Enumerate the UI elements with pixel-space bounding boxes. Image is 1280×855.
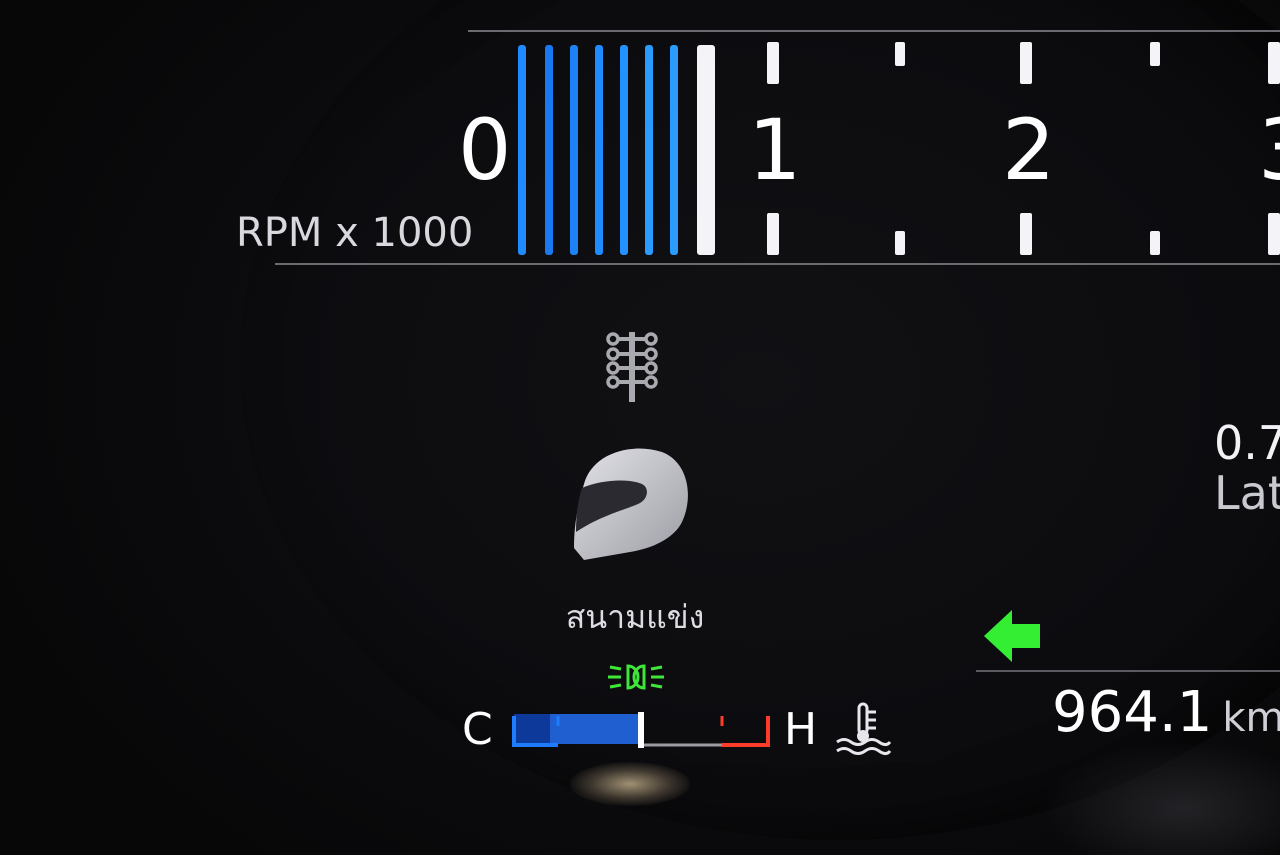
rpm-fill-bar — [595, 45, 603, 255]
racing-helmet-icon — [574, 448, 688, 560]
rpm-fill-bar — [645, 45, 653, 255]
rpm-major-tick — [1268, 213, 1280, 255]
drive-mode-label: สนามแข่ง — [565, 598, 705, 636]
rpm-fill-bar — [620, 45, 628, 255]
lateral-g-label: Lat — [1214, 466, 1280, 520]
rpm-major-tick — [1020, 213, 1032, 255]
drag-strip-tree-icon — [606, 332, 658, 402]
rpm-minor-tick — [895, 231, 905, 255]
rpm-unit-label: RPM x 1000 — [236, 210, 474, 256]
coolant-temperature-icon — [836, 702, 892, 755]
temp-cold-label: C — [462, 704, 493, 755]
coolant-temp-gauge — [512, 712, 770, 748]
left-turn-arrow-icon — [984, 610, 1040, 662]
rpm-fill-bar — [518, 45, 526, 255]
rpm-numeral-0: 0 — [458, 101, 512, 199]
rpm-fill-bar — [570, 45, 578, 255]
rpm-fill-bar — [545, 45, 553, 255]
rpm-major-tick — [767, 213, 779, 255]
tach-top-rule — [468, 30, 1280, 32]
odometer-rule — [976, 670, 1280, 672]
rpm-minor-tick — [895, 42, 905, 66]
rpm-minor-tick — [1150, 42, 1160, 66]
rpm-fill-bar — [670, 45, 678, 255]
rpm-major-tick — [1020, 42, 1032, 84]
lens-reflection — [1040, 740, 1280, 855]
tach-bottom-rule — [275, 263, 1280, 265]
rpm-numeral-2: 2 — [1002, 101, 1056, 199]
rpm-numeral-3: 3 — [1258, 108, 1280, 192]
rpm-numeral-1: 1 — [748, 101, 802, 199]
rpm-needle — [697, 45, 715, 255]
lateral-g-value: 0.7 — [1214, 416, 1280, 470]
odometer: 964.1 km — [1052, 680, 1280, 745]
lens-reflection — [570, 762, 690, 806]
parking-lights-icon — [608, 664, 664, 690]
temp-hot-label: H — [784, 704, 818, 755]
rpm-major-tick — [767, 42, 779, 84]
odometer-value: 964.1 — [1052, 680, 1213, 745]
odometer-unit: km — [1222, 695, 1280, 741]
rpm-major-tick — [1268, 42, 1280, 84]
rpm-minor-tick — [1150, 231, 1160, 255]
